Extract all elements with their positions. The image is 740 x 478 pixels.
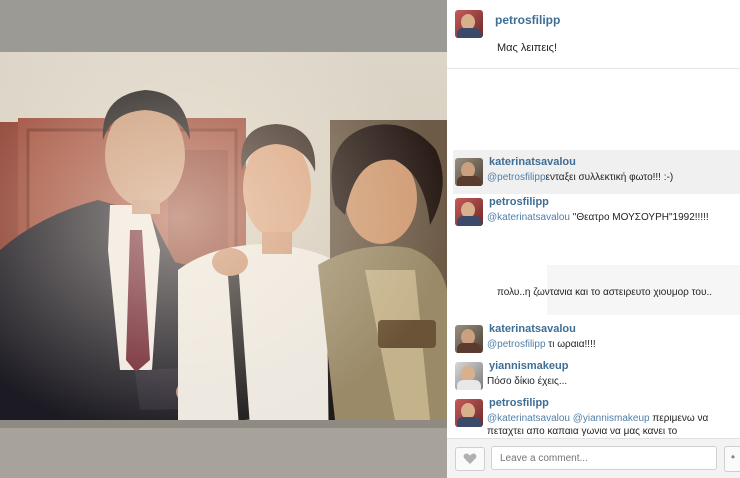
like-button[interactable] (455, 447, 485, 471)
more-options-button[interactable]: • (724, 446, 740, 472)
commenter-avatar[interactable] (455, 399, 483, 427)
comment-username[interactable]: petrosfilipp (489, 397, 549, 409)
comment-input[interactable] (491, 446, 717, 470)
commenter-avatar[interactable] (455, 158, 483, 186)
comment-username[interactable]: petrosfilipp (489, 196, 549, 208)
comment-mention[interactable]: @katerinatsavalou (487, 212, 570, 223)
post-photo[interactable] (0, 0, 447, 478)
commenter-avatar[interactable] (455, 198, 483, 226)
comment-footer: • (447, 438, 740, 478)
comment-text: @petrosfilippενταξει συλλεκτική φωτο!!! … (487, 171, 737, 184)
comment-body: "Θεατρο ΜΟΥΣΟΥΡΗ"1992!!!!! (569, 212, 709, 223)
comment-mention[interactable]: @petrosfilipp (487, 339, 546, 350)
comment-body: ενταξει συλλεκτική φωτο!!! :-) (545, 172, 674, 183)
photo-illustration (0, 0, 447, 478)
comment-mention[interactable]: @katerinatsavalou @yiannismakeup (487, 413, 650, 424)
comment-mention[interactable]: @petrosfilipp (487, 172, 546, 183)
commenter-avatar[interactable] (455, 325, 483, 353)
comment-text: πολυ..η ζωντανια και το αστειρευτο χιουμ… (497, 287, 713, 298)
ellipsis-icon: • (730, 450, 736, 464)
comment-text: @petrosfilipp τι ωραια!!!! (487, 338, 737, 351)
author-username[interactable]: petrosfilipp (495, 13, 560, 27)
comment-body: τι ωραια!!!! (545, 339, 596, 350)
post-header: petrosfilipp Μας λειπεις! (447, 0, 740, 69)
comment-username[interactable]: yiannismakeup (489, 360, 568, 372)
comment-text: @katerinatsavalou @yiannismakeup περιμεν… (487, 412, 737, 437)
comments-panel: petrosfilipp Μας λειπεις! katerinatsaval… (447, 0, 740, 478)
post-caption: Μας λειπεις! (497, 42, 558, 54)
comment-text: @katerinatsavalou "Θεατρο ΜΟΥΣΟΥΡΗ"1992!… (487, 211, 737, 224)
comment-text: Πόσο δίκιο έχεις... (487, 376, 568, 387)
comment-item: petrosfilipp @katerinatsavalou @yiannism… (447, 397, 740, 437)
author-avatar[interactable] (455, 10, 483, 38)
commenter-avatar[interactable] (455, 362, 483, 390)
comment-username[interactable]: katerinatsavalou (489, 323, 576, 335)
heart-icon (463, 453, 477, 464)
comment-username[interactable]: katerinatsavalou (489, 156, 576, 168)
